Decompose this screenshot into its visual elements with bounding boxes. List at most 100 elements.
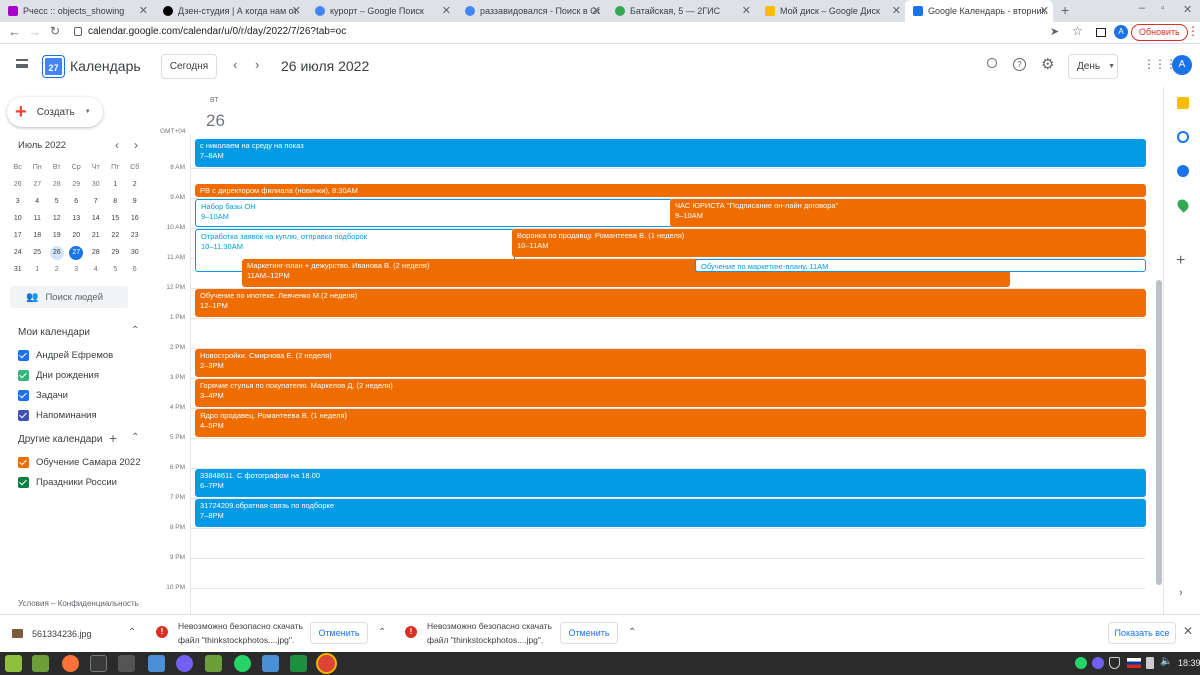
calculator-icon[interactable] [118,655,135,672]
mini-day[interactable]: 30 [125,249,145,256]
update-button[interactable]: Обновить [1131,24,1188,41]
my-calendars-title[interactable]: Мои календари [18,327,90,338]
calendar-item[interactable]: Обучение Самара 2022 [18,453,141,471]
keep-icon[interactable] [1177,97,1189,109]
mini-day[interactable]: 4 [86,266,106,273]
mini-day[interactable]: 31 [8,266,28,273]
mini-day[interactable]: 6 [67,198,87,205]
mini-day[interactable]: 25 [28,249,48,256]
show-desktop-icon[interactable] [32,655,49,672]
reload-icon[interactable]: ↻ [50,24,60,38]
day-number[interactable]: 26 [206,111,225,131]
browser-tab[interactable]: раззавидовался - Поиск в Go... ✕ [457,0,605,22]
main-menu-icon[interactable] [16,59,28,68]
mini-day[interactable]: 13 [67,215,87,222]
mini-next-icon[interactable]: › [134,138,138,152]
mini-day[interactable]: 15 [106,215,126,222]
minimize-icon[interactable]: – [1139,2,1145,14]
today-button[interactable]: Сегодня [161,54,217,79]
mini-day[interactable]: 18 [28,232,48,239]
event[interactable]: Обучение по ипотеке. Левченко М.(2 недел… [195,289,1146,317]
close-tab-icon[interactable]: ✕ [139,4,148,17]
checkbox-icon[interactable] [18,369,29,381]
checkbox-icon[interactable] [18,349,29,361]
mini-day[interactable]: 3 [8,198,28,205]
mini-day[interactable]: 5 [47,198,67,205]
event[interactable]: 33848611. С фотографом на 18.00 6–7PM [195,469,1146,497]
event[interactable]: Новостройки. Смирнова Е. (2 неделя) 2–3P… [195,349,1146,377]
url-text[interactable]: calendar.google.com/calendar/u/0/r/day/2… [88,26,346,37]
mini-day[interactable]: 1 [28,266,48,273]
event[interactable]: Набор базы ОН 9–10AM [195,199,673,227]
mini-day[interactable]: 26 [8,181,28,188]
mini-day[interactable]: 6 [125,266,145,273]
next-period-icon[interactable]: › [255,57,259,72]
browser-tab[interactable]: Мой диск – Google Диск ✕ [757,0,905,22]
volume-icon[interactable]: 🔈 [1160,656,1172,667]
browser-tab-active[interactable]: Google Календарь - вторник... ✕ [905,0,1053,22]
help-icon[interactable]: ? [1013,58,1026,71]
chevron-up-icon[interactable]: ⌃ [131,432,139,443]
viber-icon[interactable] [176,655,193,672]
calendar-item[interactable]: Праздники России [18,473,117,491]
calendar-item[interactable]: Дни рождения [18,366,99,384]
chevron-up-icon[interactable]: ⌃ [628,627,636,638]
mini-day[interactable]: 12 [47,215,67,222]
mini-day[interactable]: 23 [125,232,145,239]
mini-day[interactable]: 27 [28,181,48,188]
mini-day[interactable]: 1 [106,181,126,188]
checkbox-icon[interactable] [18,476,29,488]
browser-tab[interactable]: Батайская, 5 — 2ГИС ✕ [607,0,755,22]
maximize-icon[interactable]: ▫ [1161,3,1165,14]
view-select[interactable]: День ▼ [1068,54,1118,79]
cancel-download-button[interactable]: Отменить [310,622,368,644]
mini-day[interactable]: 3 [67,266,87,273]
close-tab-icon[interactable]: ✕ [292,4,301,17]
event[interactable]: Ядро продавец. Романтеева В. (1 неделя) … [195,409,1146,437]
mini-day[interactable]: 2 [125,181,145,188]
close-tab-icon[interactable]: ✕ [592,4,601,17]
whatsapp-icon[interactable] [234,655,251,672]
files-icon[interactable] [205,655,222,672]
close-tab-icon[interactable]: ✕ [442,4,451,17]
calendar-item[interactable]: Задачи [18,386,68,404]
back-icon[interactable]: ← [8,24,21,39]
profile-avatar[interactable]: A [1114,25,1128,39]
checkbox-icon[interactable] [18,456,29,468]
add-addon-icon[interactable]: + [1176,252,1185,270]
send-icon[interactable]: ➤ [1050,25,1059,38]
event[interactable]: Горячие стулья по покупателю. Маркелов Д… [195,379,1146,407]
mini-day[interactable]: 29 [67,181,87,188]
mini-day[interactable]: 8 [106,198,126,205]
language-flag-icon[interactable] [1127,658,1141,668]
mini-day[interactable]: 5 [106,266,126,273]
reading-list-icon[interactable] [1096,28,1106,37]
prev-period-icon[interactable]: ‹ [233,57,237,72]
mini-day[interactable]: 20 [67,232,87,239]
new-tab-icon[interactable]: + [1061,2,1069,18]
chevron-up-icon[interactable]: ⌃ [128,627,136,638]
camera-icon[interactable] [148,655,165,672]
start-menu-icon[interactable] [5,655,22,672]
search-people-input[interactable]: 👥 Поиск людей [10,286,128,308]
browser-tab[interactable]: Рчесс :: objects_showing ✕ [0,0,152,22]
terms-privacy-link[interactable]: Условия – Конфиденциальность [18,599,139,608]
mini-day[interactable]: 17 [8,232,28,239]
event[interactable]: ЧАС ЮРИСТА "Подписание он-лайн договора"… [670,199,1146,227]
scrollbar-thumb[interactable] [1156,280,1162,585]
chrome-icon[interactable] [318,655,335,672]
mini-prev-icon[interactable]: ‹ [115,138,119,152]
mini-day[interactable]: 7 [86,198,106,205]
expand-panel-icon[interactable]: › [1179,587,1183,599]
contacts-icon[interactable] [1177,165,1189,177]
close-tab-icon[interactable]: ✕ [742,4,751,17]
create-button[interactable]: + Создать ▼ [7,97,103,127]
mini-day-today[interactable]: 27 [69,245,84,260]
tray-viber-icon[interactable] [1092,657,1104,669]
mini-day-selected[interactable]: 26 [49,245,64,260]
chevron-up-icon[interactable]: ⌃ [131,325,139,336]
spreadsheet-icon[interactable] [290,655,307,672]
mini-day[interactable]: 28 [86,249,106,256]
search-icon[interactable] [987,58,997,68]
close-tab-icon[interactable]: ✕ [1040,4,1049,17]
